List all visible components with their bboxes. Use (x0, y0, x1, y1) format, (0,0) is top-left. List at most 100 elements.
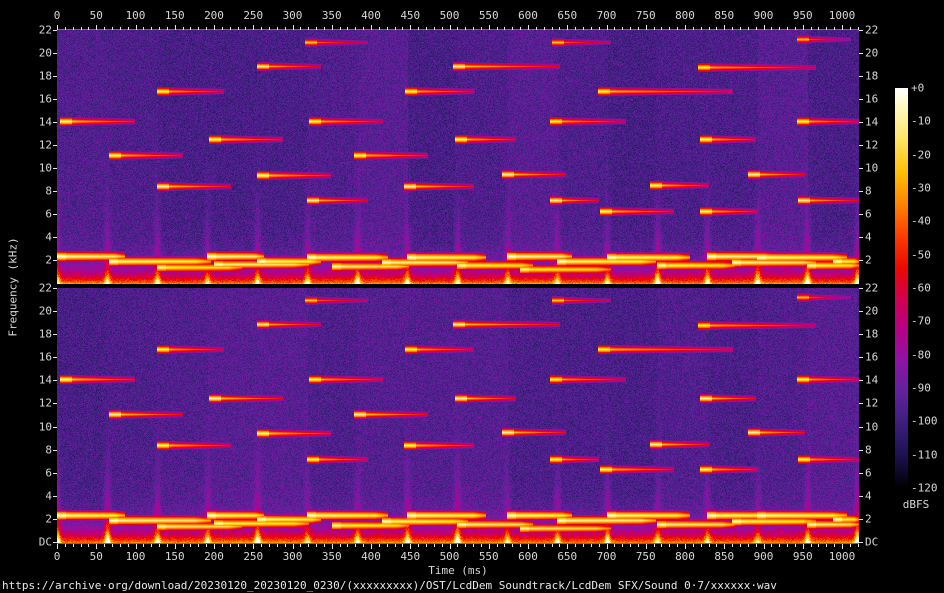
time-tick-label-bottom: 750 (635, 550, 656, 563)
time-minor-tick-bottom (630, 544, 632, 547)
time-minor-tick-bottom (739, 544, 741, 547)
freq-tick-label-right: 20 (865, 304, 879, 318)
time-minor-tick-bottom (496, 544, 498, 547)
colorbar-tick-label: -70 (911, 314, 931, 328)
freq-tick-right (859, 260, 863, 261)
freq-tick-label-left: 14 (38, 373, 52, 387)
time-minor-tick-top (708, 27, 710, 30)
time-tick-label-top: 400 (361, 9, 381, 22)
time-tick-label-top: 250 (243, 9, 264, 22)
time-minor-tick-top (496, 27, 498, 30)
time-tick-label-bottom: 850 (714, 550, 735, 563)
time-minor-tick-bottom (543, 544, 545, 547)
time-tick-top (292, 25, 294, 30)
time-tick-top (685, 25, 686, 30)
time-minor-tick-bottom (198, 544, 200, 547)
freq-tick-label-left: 2 (45, 512, 52, 526)
time-minor-tick-top (268, 27, 270, 30)
time-minor-tick-bottom (480, 544, 482, 547)
time-minor-tick-bottom (402, 544, 404, 547)
time-minor-tick-top (221, 27, 223, 30)
time-minor-tick-top (520, 27, 522, 30)
time-tick-label-top: 100 (125, 9, 146, 22)
time-minor-tick-bottom (111, 544, 113, 547)
time-minor-tick-top (771, 27, 773, 30)
time-tick-top (57, 25, 58, 30)
freq-tick-right (859, 311, 863, 313)
time-minor-tick-bottom (190, 544, 192, 547)
freq-tick-left (53, 311, 57, 313)
time-tick-top (96, 25, 98, 30)
freq-tick-left (53, 380, 57, 382)
time-minor-tick-top (465, 27, 467, 30)
freq-tick-label-right: 18 (865, 69, 879, 83)
time-minor-tick-top (284, 27, 286, 30)
freq-tick-left (53, 191, 57, 192)
time-minor-tick-bottom (386, 544, 388, 547)
time-minor-tick-bottom (559, 544, 561, 547)
freq-tick-left (53, 237, 57, 238)
time-tick-bottom (371, 544, 372, 549)
time-tick-label-bottom: 150 (164, 550, 185, 563)
time-minor-tick-top (622, 27, 624, 30)
time-minor-tick-top (543, 27, 545, 30)
time-minor-tick-bottom (810, 544, 812, 547)
freq-tick-right (859, 380, 863, 382)
freq-tick-label-right: 14 (865, 115, 879, 129)
time-tick-label-top: 300 (282, 9, 303, 22)
time-minor-tick-top (347, 27, 349, 30)
time-minor-tick-top (700, 27, 702, 30)
freq-tick-left (53, 518, 57, 520)
time-minor-tick-bottom (614, 544, 616, 547)
time-tick-top (645, 25, 647, 30)
time-minor-tick-bottom (826, 544, 828, 547)
time-minor-tick-top (818, 27, 820, 30)
time-minor-tick-top (143, 27, 145, 30)
time-minor-tick-bottom (834, 544, 836, 547)
time-minor-tick-top (834, 27, 836, 30)
colorbar-tick-label: -30 (911, 181, 931, 195)
freq-tick-label-left: 8 (45, 184, 52, 198)
time-minor-tick-bottom (363, 544, 365, 547)
time-minor-tick-bottom (159, 544, 161, 547)
time-tick-label-top: 50 (89, 9, 103, 22)
time-minor-tick-bottom (732, 544, 734, 547)
time-minor-tick-top (166, 27, 168, 30)
time-minor-tick-top (669, 27, 671, 30)
time-minor-tick-bottom (692, 544, 694, 547)
time-minor-tick-top (810, 27, 812, 30)
colorbar-tick-label: -60 (911, 281, 931, 295)
time-minor-tick-bottom (347, 544, 349, 547)
time-tick-label-bottom: 900 (753, 550, 774, 563)
time-minor-tick-bottom (787, 544, 789, 547)
time-tick-label-bottom: 500 (439, 550, 460, 563)
freq-tick-label-left: 22 (38, 23, 52, 37)
time-minor-tick-top (88, 27, 90, 30)
time-minor-tick-bottom (221, 544, 223, 547)
time-minor-tick-top (206, 27, 208, 30)
time-minor-tick-bottom (418, 544, 420, 547)
time-minor-tick-bottom (700, 544, 702, 547)
freq-tick-right (859, 542, 863, 543)
time-minor-tick-bottom (433, 544, 435, 547)
time-tick-top (724, 25, 726, 30)
freq-tick-label-right: 4 (865, 230, 872, 244)
freq-tick-label-right: 8 (865, 184, 872, 198)
time-minor-tick-top (182, 27, 184, 30)
freq-tick-right (859, 426, 863, 428)
freq-tick-label-left: 10 (38, 161, 52, 175)
colorbar-tick-label: -50 (911, 248, 931, 262)
time-tick-bottom (763, 544, 765, 549)
freq-tick-label-left: 6 (45, 207, 52, 221)
time-minor-tick-top (551, 27, 553, 30)
time-tick-bottom (96, 544, 98, 549)
time-minor-tick-top (630, 27, 632, 30)
time-minor-tick-bottom (716, 544, 718, 547)
time-tick-top (842, 25, 843, 30)
time-minor-tick-top (386, 27, 388, 30)
freq-tick-left (53, 403, 57, 405)
time-minor-tick-top (441, 27, 443, 30)
time-tick-label-bottom: 100 (125, 550, 146, 563)
time-minor-tick-top (826, 27, 828, 30)
time-minor-tick-top (190, 27, 192, 30)
